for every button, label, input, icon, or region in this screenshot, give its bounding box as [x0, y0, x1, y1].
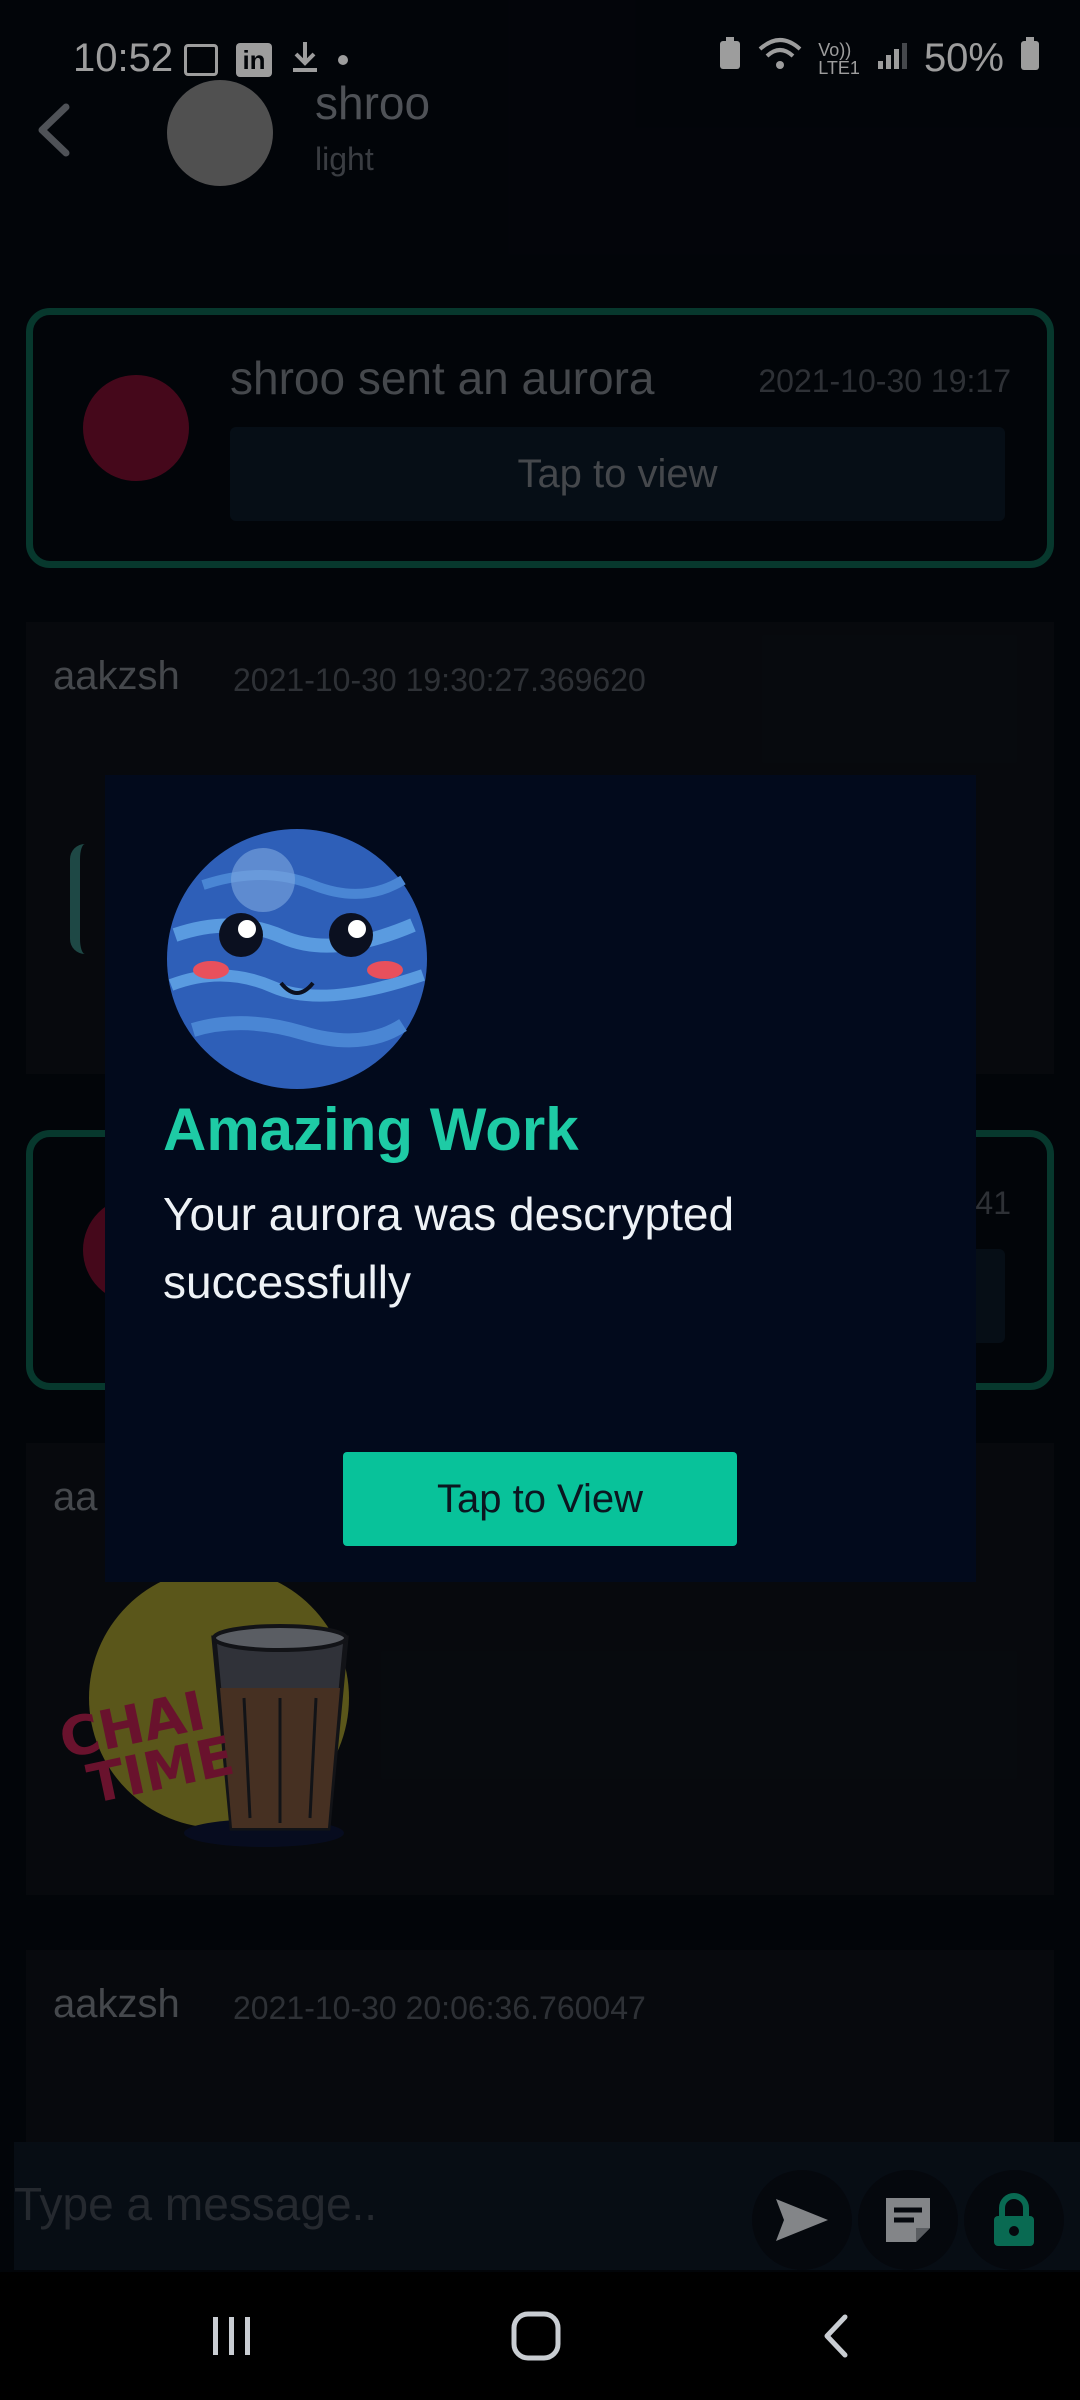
tap-to-view-button[interactable]: Tap to View — [343, 1452, 737, 1546]
navigation-bar — [0, 2272, 1080, 2400]
dialog-message: Your aurora was descrypted successfully — [163, 1188, 735, 1308]
back-nav-button[interactable] — [798, 2296, 878, 2376]
home-icon — [511, 2311, 561, 2361]
recents-icon — [213, 2317, 250, 2355]
home-button[interactable] — [496, 2296, 576, 2376]
dialog-title: Amazing Work — [163, 1096, 579, 1163]
recent-apps-button[interactable] — [192, 2296, 272, 2376]
back-icon — [824, 2314, 848, 2358]
success-dialog: Amazing Work Your aurora was descrypted … — [105, 775, 976, 1582]
planet-illustration — [167, 829, 427, 1089]
